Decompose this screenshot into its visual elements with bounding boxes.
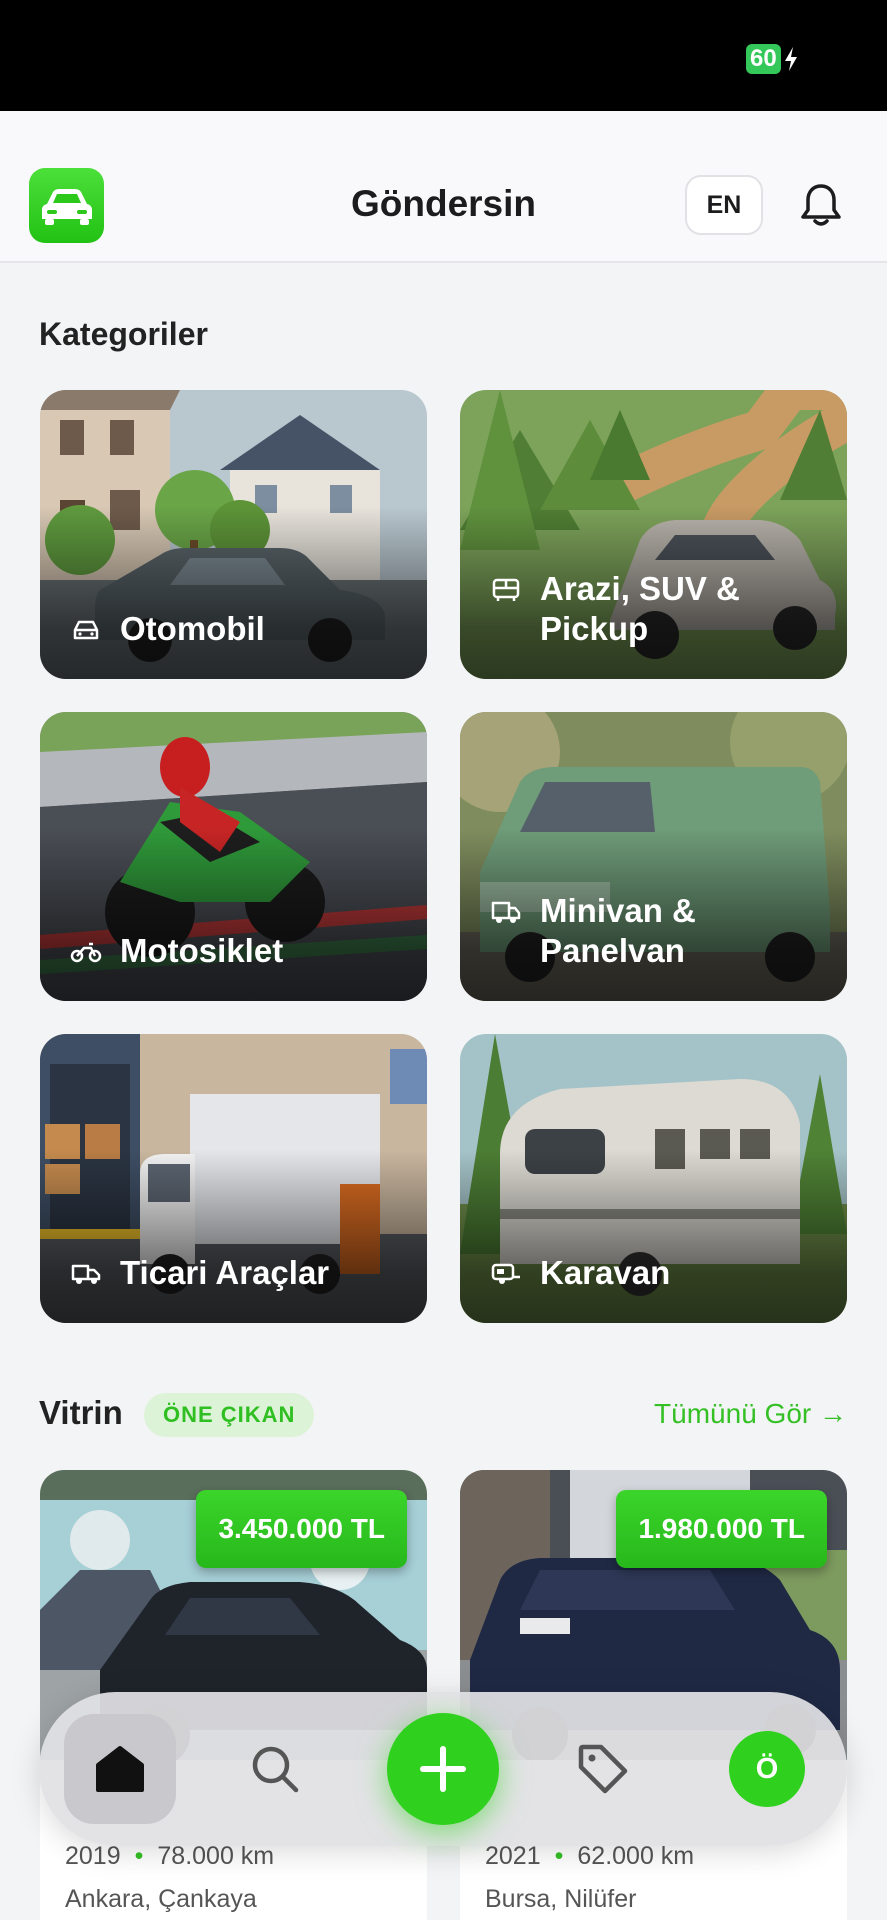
van-icon <box>491 901 521 923</box>
home-icon <box>96 1746 144 1792</box>
avatar[interactable]: Ö <box>729 1731 805 1807</box>
section-title-vitrin: Vitrin <box>39 1394 123 1431</box>
plus-icon <box>420 1746 466 1792</box>
category-label: Arazi, SUV & Pickup <box>540 570 740 647</box>
price-tag: 1.980.000 TL <box>616 1490 827 1568</box>
category-card-karavan[interactable]: Karavan <box>460 1034 847 1323</box>
price-tag: 3.450.000 TL <box>196 1490 407 1568</box>
nav-add-listing[interactable] <box>387 1713 499 1825</box>
category-card-motosiklet[interactable]: Motosiklet <box>40 712 427 1001</box>
motorcycle-icon <box>70 942 102 963</box>
caravan-icon <box>491 1263 520 1284</box>
section-title-categories: Kategoriler <box>39 316 208 352</box>
separator-dot: • <box>134 1842 144 1870</box>
listing-year: 2019 <box>65 1842 121 1870</box>
search-icon <box>252 1746 299 1793</box>
see-all-link[interactable]: Tümünü Gör → <box>654 1398 847 1430</box>
image-shade <box>40 1149 427 1323</box>
listing-meta: 2019 • 78.000 km <box>65 1842 274 1871</box>
image-shade <box>460 1149 847 1323</box>
category-card-arazi-suv-pickup[interactable]: Arazi, SUV & Pickup <box>460 390 847 679</box>
tag-icon <box>578 1744 628 1794</box>
battery-level: 60 <box>746 44 781 74</box>
app-header: Göndersin EN <box>0 111 887 263</box>
charging-icon <box>784 47 797 71</box>
listing-km: 78.000 km <box>157 1842 275 1870</box>
category-card-ticari-araclar[interactable]: Ticari Araçlar <box>40 1034 427 1323</box>
featured-badge: ÖNE ÇIKAN <box>144 1393 315 1437</box>
listing-km: 62.000 km <box>577 1842 695 1870</box>
status-bar: 60 <box>0 0 887 111</box>
truck-icon <box>71 1264 101 1284</box>
nav-search[interactable] <box>250 1744 300 1794</box>
listing-location: Ankara, Çankaya <box>65 1885 257 1913</box>
battery-indicator: 60 <box>746 44 799 74</box>
category-label: Motosiklet <box>120 932 284 969</box>
image-shade <box>40 505 427 679</box>
separator-dot: • <box>554 1842 564 1870</box>
bell-icon[interactable] <box>797 181 845 229</box>
category-label: Karavan <box>540 1254 671 1291</box>
category-card-minivan-panelvan[interactable]: Minivan & Panelvan <box>460 712 847 1001</box>
image-shade <box>40 827 427 1001</box>
bus-icon <box>492 578 520 601</box>
category-card-otomobil[interactable]: Otomobil <box>40 390 427 679</box>
language-button[interactable]: EN <box>685 175 763 235</box>
listing-year: 2021 <box>485 1842 541 1870</box>
category-label: Minivan & Panelvan <box>540 892 696 969</box>
nav-tags[interactable] <box>576 1742 630 1796</box>
listing-location: Bursa, Nilüfer <box>485 1885 637 1913</box>
category-label: Ticari Araçlar <box>120 1254 330 1291</box>
car-icon <box>73 620 99 640</box>
nav-home[interactable] <box>64 1714 176 1824</box>
listing-meta: 2021 • 62.000 km <box>485 1842 694 1871</box>
bottom-navigation: Ö <box>39 1692 847 1846</box>
category-label: Otomobil <box>120 610 265 647</box>
